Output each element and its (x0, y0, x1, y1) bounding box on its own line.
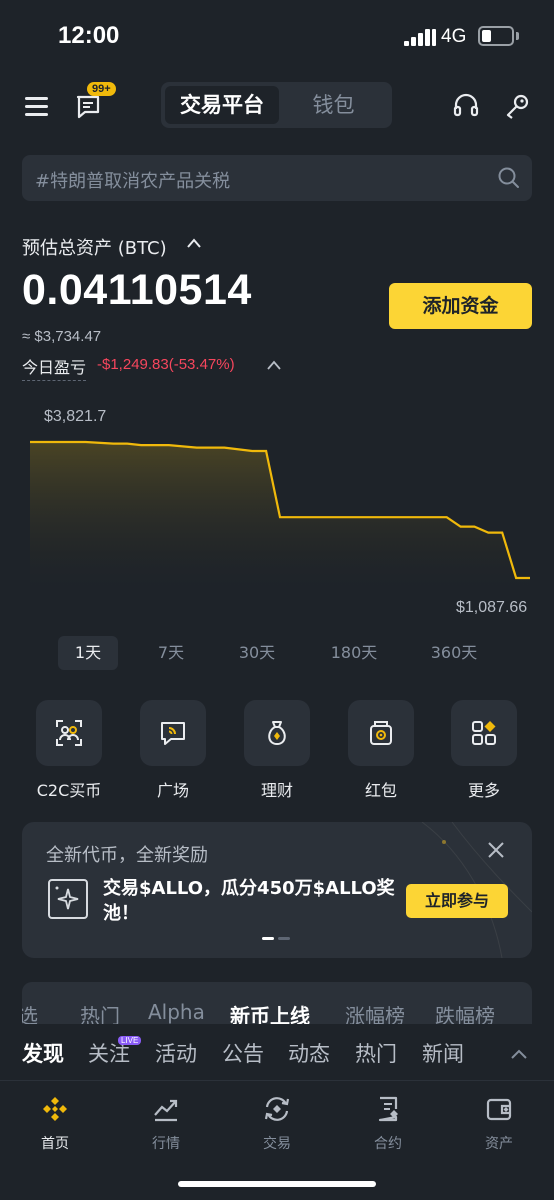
market-tabs: 选 热门 Alpha 新币上线 涨幅榜 跌幅榜 (22, 982, 532, 1024)
trade-icon (264, 1097, 290, 1121)
chevron-up-icon[interactable] (510, 1048, 528, 1060)
home-icon (43, 1097, 67, 1121)
chevron-up-icon[interactable] (186, 237, 202, 249)
quick-action-red-packet[interactable]: 红包 (341, 700, 421, 810)
quick-action-label: 更多 (467, 781, 500, 800)
chevron-up-icon[interactable] (267, 360, 281, 370)
notification-badge: 99+ (87, 82, 116, 96)
home-indicator (178, 1181, 376, 1187)
market-tab-favorites[interactable]: 选 (22, 1000, 38, 1024)
token-icon (48, 879, 88, 919)
nav-label: 首页 (41, 1136, 69, 1152)
period-360d[interactable]: 360天 (422, 636, 486, 670)
more-icon (472, 721, 496, 745)
quick-action-square[interactable]: 广场 (133, 700, 213, 810)
period-7d[interactable]: 7天 (146, 636, 196, 670)
discover-tab-hot[interactable]: 热门 (355, 1038, 397, 1068)
quick-action-earn[interactable]: 理财 (237, 700, 317, 810)
quick-action-more[interactable]: 更多 (444, 700, 524, 810)
nav-futures[interactable]: 合约 (348, 1095, 428, 1155)
quick-action-label: C2C买币 (36, 781, 102, 800)
nav-label: 行情 (152, 1136, 180, 1152)
nav-home[interactable]: 首页 (15, 1095, 95, 1155)
promo-banner[interactable]: 全新代币，全新奖励 交易$ALLO，瓜分450万$ALLO奖池！ 立即参与 (22, 822, 532, 958)
nav-label: 资产 (485, 1136, 513, 1152)
chart-max-label: $3,821.7 (44, 408, 107, 425)
period-selector: 1天 7天 30天 180天 360天 (58, 636, 498, 670)
promo-title: 全新代币，全新奖励 (46, 845, 208, 866)
discover-tab-discover[interactable]: 发现 (22, 1038, 64, 1068)
asset-value: 0.04110514 (22, 266, 252, 314)
quick-action-label: 红包 (364, 781, 397, 800)
nav-trade[interactable]: 交易 (237, 1095, 317, 1155)
asset-chart (30, 440, 530, 590)
close-icon[interactable] (486, 840, 506, 860)
carousel-dot-active[interactable] (262, 937, 274, 940)
signal-icon (404, 28, 436, 46)
market-tab-gainers[interactable]: 涨幅榜 (345, 1000, 405, 1024)
promo-text: 交易$ALLO，瓜分450万$ALLO奖池！ (103, 878, 395, 924)
quick-action-label: 广场 (156, 781, 189, 800)
network-type: 4G (441, 26, 467, 47)
headset-icon[interactable] (452, 92, 480, 120)
wallet-icon (486, 1098, 512, 1121)
status-bar: 12:00 4G (0, 0, 554, 72)
message-icon[interactable] (75, 94, 103, 120)
estimated-assets-label[interactable]: 预估总资产 (BTC) (22, 234, 167, 260)
market-tab-new-listings[interactable]: 新币上线 (230, 1000, 310, 1024)
period-1d[interactable]: 1天 (58, 636, 118, 670)
discover-tab-announcements[interactable]: 公告 (222, 1038, 264, 1068)
futures-icon (378, 1096, 398, 1122)
menu-icon[interactable] (25, 95, 49, 117)
asset-usd-value: ≈ $3,734.47 (22, 328, 102, 345)
pnl-value: -$1,249.83(-53.47%) (97, 356, 235, 373)
search-icon[interactable] (497, 166, 521, 190)
square-icon (161, 722, 185, 745)
quick-action-label: 理财 (260, 781, 293, 800)
search-input[interactable]: #特朗普取消农产品关税 (22, 155, 532, 201)
header: 99+ 交易平台 钱包 (0, 80, 554, 132)
search-placeholder: #特朗普取消农产品关税 (35, 171, 231, 192)
period-30d[interactable]: 30天 (228, 636, 286, 670)
nav-assets[interactable]: 资产 (459, 1095, 539, 1155)
pnl-label[interactable]: 今日盈亏 (22, 354, 87, 381)
discover-tab-news[interactable]: 新闻 (422, 1038, 464, 1068)
platform-tab-switch: 交易平台 钱包 (161, 82, 392, 128)
discover-tabs: 发现 关注 LIVE 活动 公告 动态 热门 新闻 (0, 1026, 554, 1080)
chart-min-label: $1,087.66 (456, 599, 528, 616)
key-icon[interactable] (503, 92, 531, 120)
carousel-dot[interactable] (278, 937, 290, 940)
tab-wallet[interactable]: 钱包 (279, 86, 388, 124)
market-tab-hot[interactable]: 热门 (80, 1000, 120, 1024)
status-time: 12:00 (58, 22, 120, 49)
live-badge: LIVE (118, 1036, 142, 1045)
market-tab-alpha[interactable]: Alpha (148, 1000, 205, 1024)
discover-tab-activities[interactable]: 活动 (155, 1038, 197, 1068)
battery-icon (478, 26, 514, 46)
red-packet-icon (370, 721, 392, 745)
quick-action-c2c[interactable]: C2C买币 (29, 700, 109, 810)
nav-markets[interactable]: 行情 (126, 1095, 206, 1155)
join-now-button[interactable]: 立即参与 (406, 884, 508, 918)
discover-tab-feed[interactable]: 动态 (288, 1038, 330, 1068)
earn-icon (268, 721, 286, 746)
nav-label: 合约 (374, 1136, 402, 1152)
nav-label: 交易 (263, 1136, 291, 1152)
tab-exchange[interactable]: 交易平台 (165, 86, 279, 124)
market-tab-losers[interactable]: 跌幅榜 (435, 1000, 495, 1024)
markets-icon (154, 1099, 178, 1122)
c2c-icon (56, 720, 82, 746)
period-180d[interactable]: 180天 (322, 636, 386, 670)
add-funds-button[interactable]: 添加资金 (389, 283, 532, 329)
